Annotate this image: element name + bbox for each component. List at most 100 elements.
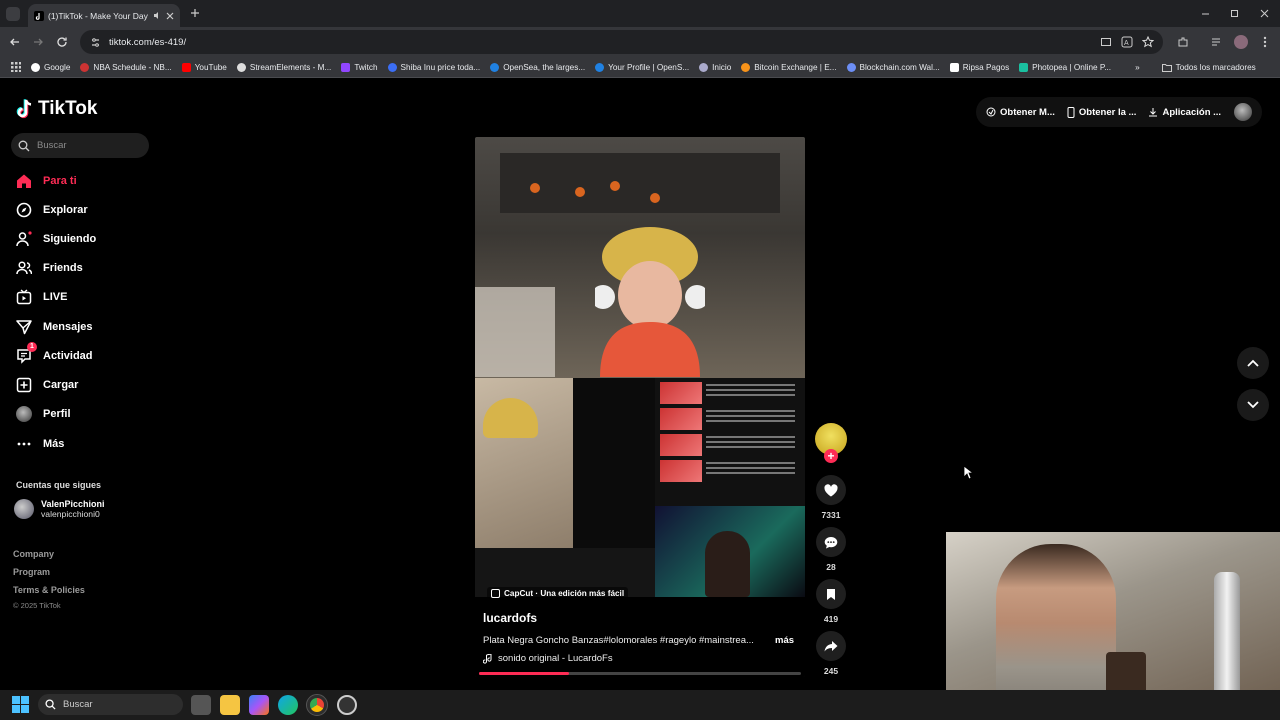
audio-icon[interactable]	[153, 11, 162, 20]
browser-title-bar: (1)TikTok - Make Your Day	[0, 0, 1280, 27]
task-view-icon[interactable]	[191, 695, 211, 715]
windows-start-icon[interactable]	[12, 696, 29, 713]
translate-icon[interactable]: A	[1120, 35, 1134, 49]
bookmark-item[interactable]: Twitch	[336, 62, 382, 72]
top-actions-bar: Obtener M... Obtener la ... Aplicación .…	[976, 97, 1262, 127]
nav-item-friends[interactable]: Friends	[16, 260, 83, 276]
heart-icon[interactable]	[816, 475, 846, 505]
nav-item-cargar[interactable]: Cargar	[16, 377, 78, 393]
desktop-app-button[interactable]: Aplicación ...	[1148, 107, 1221, 118]
chrome-icon[interactable]	[306, 694, 328, 716]
taskbar-search[interactable]: Buscar	[38, 694, 183, 715]
tab-search-button[interactable]	[6, 7, 20, 21]
video-sound[interactable]: sonido original - LucardoFs	[483, 653, 613, 664]
nav-item-perfil[interactable]: Perfil	[16, 406, 71, 422]
cast-icon[interactable]	[1099, 35, 1113, 49]
comment-icon[interactable]	[816, 527, 846, 557]
tiktok-logo[interactable]: TikTok	[16, 98, 97, 120]
reload-icon[interactable]	[55, 35, 69, 49]
user-avatar[interactable]	[1234, 103, 1252, 121]
inicio-icon	[699, 62, 709, 72]
close-tab-icon[interactable]	[166, 12, 174, 20]
copyright: © 2025 TikTok	[13, 601, 61, 610]
bookmark-icon[interactable]	[816, 579, 846, 609]
capcut-badge[interactable]: CapCut · Una edición más fácil	[487, 587, 629, 600]
share-icon[interactable]	[816, 631, 846, 661]
nav-item-mas[interactable]: Más	[16, 436, 64, 452]
new-tab-icon[interactable]	[188, 6, 202, 20]
phone-icon	[1067, 106, 1075, 118]
streamelements-icon	[236, 62, 246, 72]
footer-link-program[interactable]: Program	[13, 567, 50, 577]
bookmark-item[interactable]: Ripsa Pagos	[945, 62, 1014, 72]
bookmark-item[interactable]: Shiba Inu price toda...	[383, 62, 486, 72]
obs-icon[interactable]	[337, 695, 357, 715]
video-frame-bottom	[475, 378, 805, 597]
site-info-icon[interactable]	[90, 37, 101, 48]
video-author[interactable]: lucardofs	[483, 611, 537, 625]
previous-video-button[interactable]	[1237, 347, 1269, 379]
profile-avatar-icon[interactable]	[1234, 35, 1248, 49]
profile-avatar	[16, 406, 32, 422]
get-app-button[interactable]: Obtener la ...	[1067, 106, 1136, 118]
google-icon	[31, 62, 40, 72]
browser-tab[interactable]: (1)TikTok - Make Your Day	[28, 4, 180, 27]
nav-item-actividad[interactable]: 1 Actividad	[16, 342, 93, 364]
nav-item-siguiendo[interactable]: Siguiendo	[16, 231, 96, 247]
nav-item-mensajes[interactable]: Mensajes	[16, 319, 93, 335]
close-window-icon[interactable]	[1257, 6, 1271, 20]
forward-icon[interactable]	[31, 35, 45, 49]
chevron-up-icon	[1247, 359, 1259, 367]
bookmark-item[interactable]: NBA Schedule - NB...	[75, 62, 176, 72]
edge-icon[interactable]	[278, 695, 298, 715]
download-icon	[1148, 107, 1158, 117]
nav-item-live[interactable]: LIVE	[16, 289, 67, 305]
next-video-button[interactable]	[1237, 389, 1269, 421]
bookmark-item[interactable]: Photopea | Online P...	[1014, 62, 1116, 72]
following-account[interactable]: ValenPicchioni valenpicchioni0	[14, 499, 105, 519]
comment-action[interactable]: 28	[816, 527, 846, 572]
bookmark-item[interactable]: YouTube	[177, 62, 232, 72]
copilot-icon[interactable]	[249, 695, 269, 715]
messages-icon	[16, 319, 32, 335]
bookmark-item[interactable]: Google	[26, 62, 75, 72]
footer-link-company[interactable]: Company	[13, 549, 54, 559]
save-action[interactable]: 419	[816, 579, 846, 624]
address-bar[interactable]: tiktok.com/es-419/	[80, 30, 1163, 54]
nav-item-explorar[interactable]: Explorar	[16, 202, 88, 218]
footer-link-terms[interactable]: Terms & Policies	[13, 585, 85, 595]
nav-item-para-ti[interactable]: Para ti	[16, 173, 77, 189]
follow-plus-button[interactable]: +	[824, 449, 838, 463]
more-link[interactable]: más	[775, 635, 794, 646]
bookmark-item[interactable]: OpenSea, the larges...	[485, 62, 590, 72]
extensions-icon[interactable]	[1176, 35, 1190, 49]
menu-icon[interactable]	[1258, 35, 1272, 49]
back-icon[interactable]	[8, 35, 22, 49]
photopea-icon	[1019, 62, 1029, 72]
get-coins-button[interactable]: Obtener M...	[986, 107, 1055, 118]
comment-count: 28	[826, 562, 836, 572]
bookmark-item[interactable]: Blockchain.com Wal...	[842, 62, 945, 72]
tiktok-logo-icon	[16, 99, 34, 119]
apps-icon[interactable]	[6, 62, 26, 72]
video-player[interactable]: CapCut · Una edición más fácil lucardofs…	[475, 137, 805, 677]
bookmark-item[interactable]: StreamElements - M...	[232, 62, 336, 72]
bookmark-item[interactable]: Inicio	[694, 62, 736, 72]
star-icon[interactable]	[1141, 35, 1155, 49]
media-controls-icon[interactable]	[1210, 35, 1224, 49]
bookmark-item[interactable]: Bitcoin Exchange | E...	[736, 62, 841, 72]
bookmark-item[interactable]: Your Profile | OpenS...	[590, 62, 694, 72]
mouse-cursor-icon	[963, 465, 973, 480]
like-action[interactable]: 7331	[816, 475, 846, 520]
bookmarks-bar: Google NBA Schedule - NB... YouTube Stre…	[0, 57, 1280, 78]
folder-icon	[1161, 63, 1172, 72]
chevron-right-icon[interactable]: »	[1130, 63, 1145, 72]
video-progress-bar[interactable]	[479, 672, 801, 675]
share-action[interactable]: 245	[816, 631, 846, 676]
file-explorer-icon[interactable]	[220, 695, 240, 715]
coin-icon	[986, 107, 996, 117]
all-bookmarks[interactable]: Todos los marcadores	[1157, 63, 1261, 72]
search-input[interactable]: Buscar	[11, 133, 149, 158]
restore-icon[interactable]	[1227, 6, 1241, 20]
minimize-icon[interactable]	[1198, 6, 1212, 20]
